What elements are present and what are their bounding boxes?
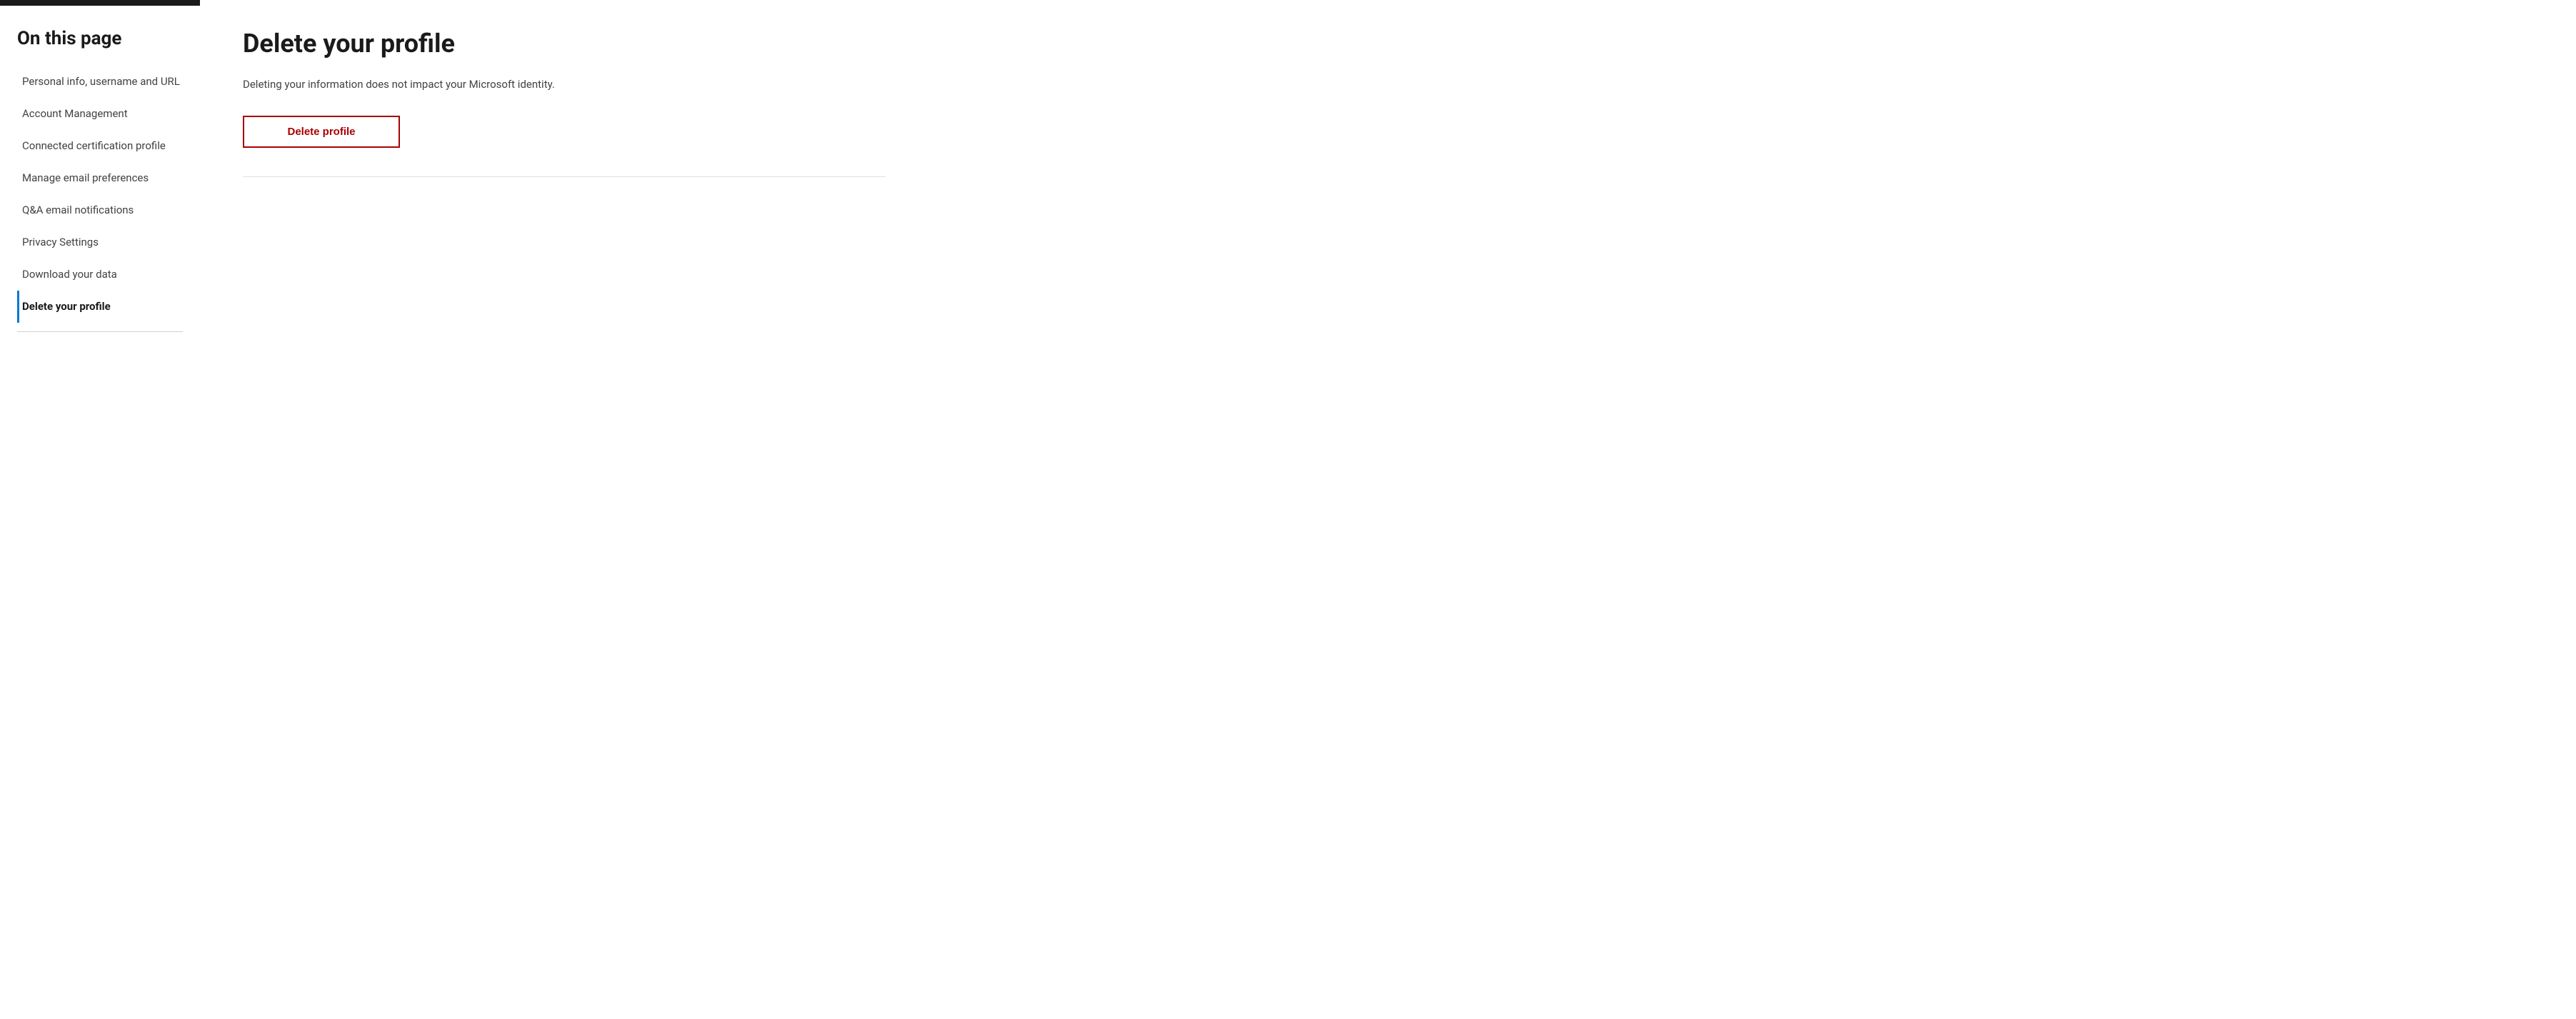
description-text: Deleting your information does not impac…: [243, 76, 886, 93]
sidebar-item-connected-certification[interactable]: Connected certification profile: [17, 130, 183, 162]
sidebar-item-account-management[interactable]: Account Management: [17, 98, 183, 130]
sidebar-title: On this page: [17, 27, 183, 51]
sidebar-navigation: Personal info, username and URLAccount M…: [17, 66, 183, 323]
sidebar-item-qa-notifications[interactable]: Q&A email notifications: [17, 194, 183, 226]
sidebar-item-privacy-settings[interactable]: Privacy Settings: [17, 226, 183, 258]
main-content: Delete your profile Deleting your inform…: [200, 0, 2576, 1019]
delete-profile-section: Delete your profile Deleting your inform…: [243, 29, 886, 177]
page-title: Delete your profile: [243, 29, 886, 59]
sidebar-item-download-data[interactable]: Download your data: [17, 258, 183, 291]
delete-profile-button[interactable]: Delete profile: [243, 116, 400, 148]
sidebar-item-manage-email[interactable]: Manage email preferences: [17, 162, 183, 194]
sidebar-divider: [17, 331, 183, 332]
sidebar-top-bar: [0, 0, 200, 6]
sidebar-item-personal-info[interactable]: Personal info, username and URL: [17, 66, 183, 98]
sidebar-item-delete-profile[interactable]: Delete your profile: [17, 291, 183, 323]
sidebar: On this page Personal info, username and…: [0, 0, 200, 1019]
